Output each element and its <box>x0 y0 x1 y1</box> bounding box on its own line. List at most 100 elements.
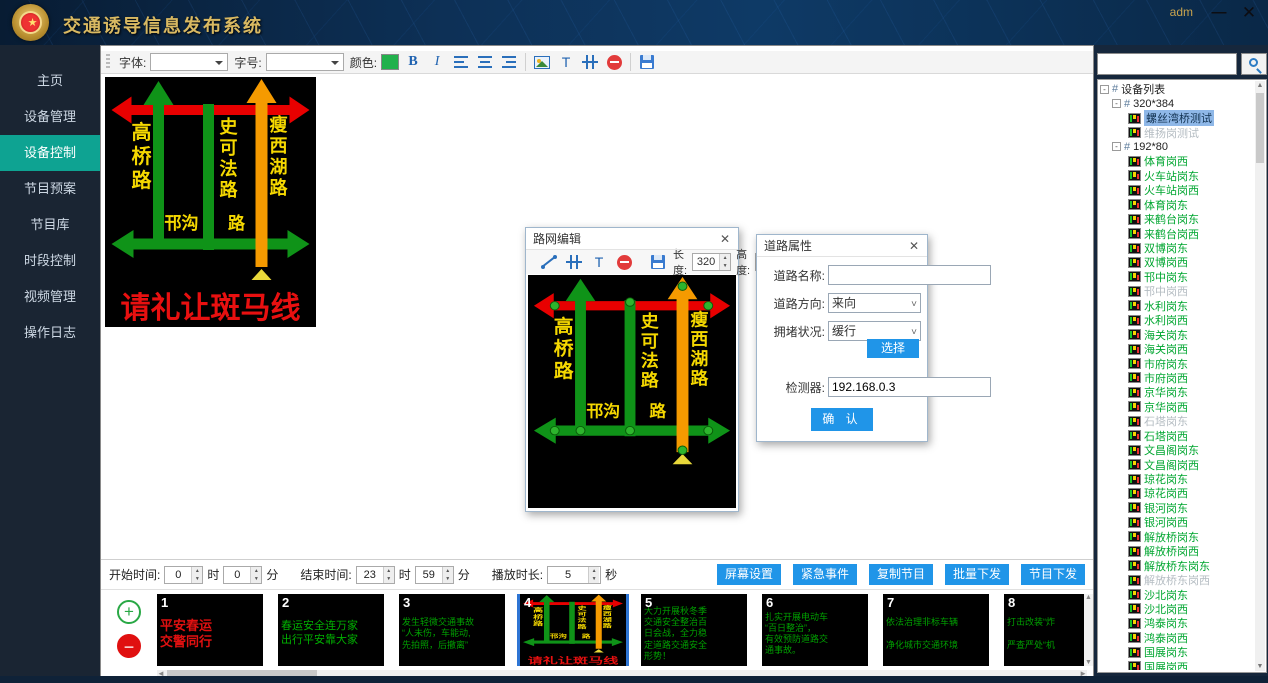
road-name-field[interactable] <box>828 265 991 285</box>
control-point[interactable] <box>550 426 559 434</box>
editor-canvas[interactable]: 高桥路史可法路瘦西湖路邗沟路请礼让斑马线 路网编辑 ✕ T 长度: <box>101 74 1093 559</box>
control-point[interactable] <box>576 426 585 434</box>
spin-up-icon[interactable]: ▲ <box>720 254 730 262</box>
search-input[interactable] <box>1097 53 1237 75</box>
tree-vscrollbar[interactable]: ▲ ▼ <box>1255 81 1265 671</box>
end-hour-stepper[interactable]: 23 ▲▼ <box>356 566 395 584</box>
sidebar-item-0[interactable]: 主页 <box>0 63 100 99</box>
roadnet-edit-canvas[interactable]: 高桥路史可法路瘦西湖路邗沟路 <box>528 275 736 508</box>
control-point[interactable] <box>626 426 635 434</box>
scroll-down-icon[interactable]: ▼ <box>1084 659 1093 666</box>
toolbar-grip[interactable] <box>106 54 110 70</box>
sidebar-item-2[interactable]: 设备控制 <box>0 135 100 171</box>
scroll-down-icon[interactable]: ▼ <box>1255 663 1265 670</box>
text-tool-icon[interactable]: T <box>589 252 609 272</box>
sidebar-item-5[interactable]: 时段控制 <box>0 243 100 279</box>
spin-down-icon[interactable]: ▼ <box>384 575 394 583</box>
spin-down-icon[interactable]: ▼ <box>251 575 261 583</box>
scroll-up-icon[interactable]: ▲ <box>1084 594 1093 601</box>
action-button-4[interactable]: 节目下发 <box>1021 564 1085 585</box>
minimize-icon[interactable]: — <box>1206 2 1232 24</box>
control-point[interactable] <box>704 302 713 310</box>
action-button-2[interactable]: 复制节目 <box>869 564 933 585</box>
frame-thumbnail-5[interactable]: 5大力开展秋冬季交通安全整治百日会战，全力稳定道路交通安全形势！ <box>641 594 747 666</box>
spin-down-icon[interactable]: ▼ <box>192 575 202 583</box>
scrollbar-thumb[interactable] <box>1256 93 1264 163</box>
frame-thumbnail-8[interactable]: 8打击改装“炸 严查严处“机 <box>1004 594 1087 666</box>
align-center-icon[interactable] <box>475 52 495 72</box>
tree-collapse-icon[interactable]: - <box>1112 99 1121 108</box>
frame-thumbnail-6[interactable]: 6扎实开展电动车“百日整治”，有效预防道路交通事故。 <box>762 594 868 666</box>
sidebar-item-4[interactable]: 节目库 <box>0 207 100 243</box>
frame-thumbnail-7[interactable]: 7依法治理非标车辆 净化城市交通环境 <box>883 594 989 666</box>
close-icon[interactable]: ✕ <box>1236 2 1262 24</box>
action-button-1[interactable]: 紧急事件 <box>793 564 857 585</box>
confirm-button[interactable]: 确 认 <box>811 408 873 431</box>
tree-group-192*80[interactable]: 192*80 <box>1133 141 1168 153</box>
sidebar-item-3[interactable]: 节目预案 <box>0 171 100 207</box>
frame-thumbnail-4[interactable]: 4高桥路史可法路瘦西湖路邗沟路请礼让斑马线 <box>520 594 626 666</box>
spin-down-icon[interactable]: ▼ <box>443 575 453 583</box>
frame-text: 平安春运交警同行 <box>160 604 261 664</box>
spin-up-icon[interactable]: ▲ <box>589 567 599 575</box>
frame-thumbnail-3[interactable]: 3发生轻微交通事故“人未伤，车能动,先拍照，后撤离” <box>399 594 505 666</box>
detector-field[interactable] <box>828 377 991 397</box>
length-stepper[interactable]: 320 ▲▼ <box>692 253 731 271</box>
control-point[interactable] <box>550 302 559 310</box>
control-point[interactable] <box>678 282 687 290</box>
tree-collapse-icon[interactable]: - <box>1100 85 1109 94</box>
tree-collapse-icon[interactable]: - <box>1112 142 1121 151</box>
align-left-icon[interactable] <box>451 52 471 72</box>
add-frame-button[interactable]: + <box>117 600 141 624</box>
image-icon[interactable] <box>532 52 552 72</box>
close-icon[interactable]: ✕ <box>906 235 922 257</box>
scroll-up-icon[interactable]: ▲ <box>1255 82 1265 89</box>
control-point[interactable] <box>626 298 635 306</box>
frame-thumbnail-2[interactable]: 2春运安全连万家出行平安靠大家 <box>278 594 384 666</box>
size-select[interactable] <box>266 53 344 71</box>
spin-up-icon[interactable]: ▲ <box>443 567 453 575</box>
road-tool-icon[interactable] <box>564 252 584 272</box>
align-right-icon[interactable] <box>499 52 519 72</box>
sidebar-item-7[interactable]: 操作日志 <box>0 315 100 351</box>
road-network-icon[interactable] <box>580 52 600 72</box>
congestion-select[interactable]: 缓行 ˅ <box>828 321 921 341</box>
action-button-3[interactable]: 批量下发 <box>945 564 1009 585</box>
frame-strip-vscrollbar[interactable]: ▲ ▼ <box>1084 594 1093 666</box>
save-icon[interactable] <box>648 252 668 272</box>
spin-down-icon[interactable]: ▼ <box>589 575 599 583</box>
italic-icon[interactable]: I <box>427 52 447 72</box>
bold-icon[interactable]: B <box>403 52 423 72</box>
select-detector-button[interactable]: 选择 <box>867 339 919 358</box>
tree-root-label[interactable]: 设备列表 <box>1121 82 1165 97</box>
search-button[interactable] <box>1241 53 1267 75</box>
end-minute-stepper[interactable]: 59 ▲▼ <box>415 566 454 584</box>
color-swatch[interactable] <box>381 54 399 70</box>
start-hour-stepper[interactable]: 0 ▲▼ <box>164 566 203 584</box>
sidebar-item-1[interactable]: 设备管理 <box>0 99 100 135</box>
close-icon[interactable]: ✕ <box>717 228 733 250</box>
delete-icon[interactable] <box>604 52 624 72</box>
spin-up-icon[interactable]: ▲ <box>384 567 394 575</box>
road-direction-select[interactable]: 来向 ˅ <box>828 293 921 313</box>
text-tool-icon[interactable]: T <box>556 52 576 72</box>
spin-down-icon[interactable]: ▼ <box>720 262 730 270</box>
duration-stepper[interactable]: 5 ▲▼ <box>547 566 601 584</box>
tree-group-320*384[interactable]: 320*384 <box>1133 98 1174 110</box>
sidebar-item-6[interactable]: 视频管理 <box>0 279 100 315</box>
tree-device-维扬岗测试[interactable]: 维扬岗测试 <box>1144 125 1199 141</box>
control-point[interactable] <box>704 426 713 434</box>
delete-icon[interactable] <box>614 252 634 272</box>
spin-up-icon[interactable]: ▲ <box>251 567 261 575</box>
save-icon[interactable] <box>637 52 657 72</box>
remove-frame-button[interactable]: − <box>117 634 141 658</box>
start-minute-stepper[interactable]: 0 ▲▼ <box>223 566 262 584</box>
frame-thumbnail-1[interactable]: 1平安春运交警同行 <box>157 594 263 666</box>
line-tool-icon[interactable] <box>539 252 559 272</box>
control-point[interactable] <box>678 446 687 454</box>
tree-device-国展岗西[interactable]: 国展岗西 <box>1144 659 1188 670</box>
action-button-0[interactable]: 屏幕设置 <box>717 564 781 585</box>
font-select[interactable] <box>150 53 228 71</box>
spin-up-icon[interactable]: ▲ <box>192 567 202 575</box>
sign-preview[interactable]: 高桥路史可法路瘦西湖路邗沟路请礼让斑马线 <box>105 77 316 327</box>
